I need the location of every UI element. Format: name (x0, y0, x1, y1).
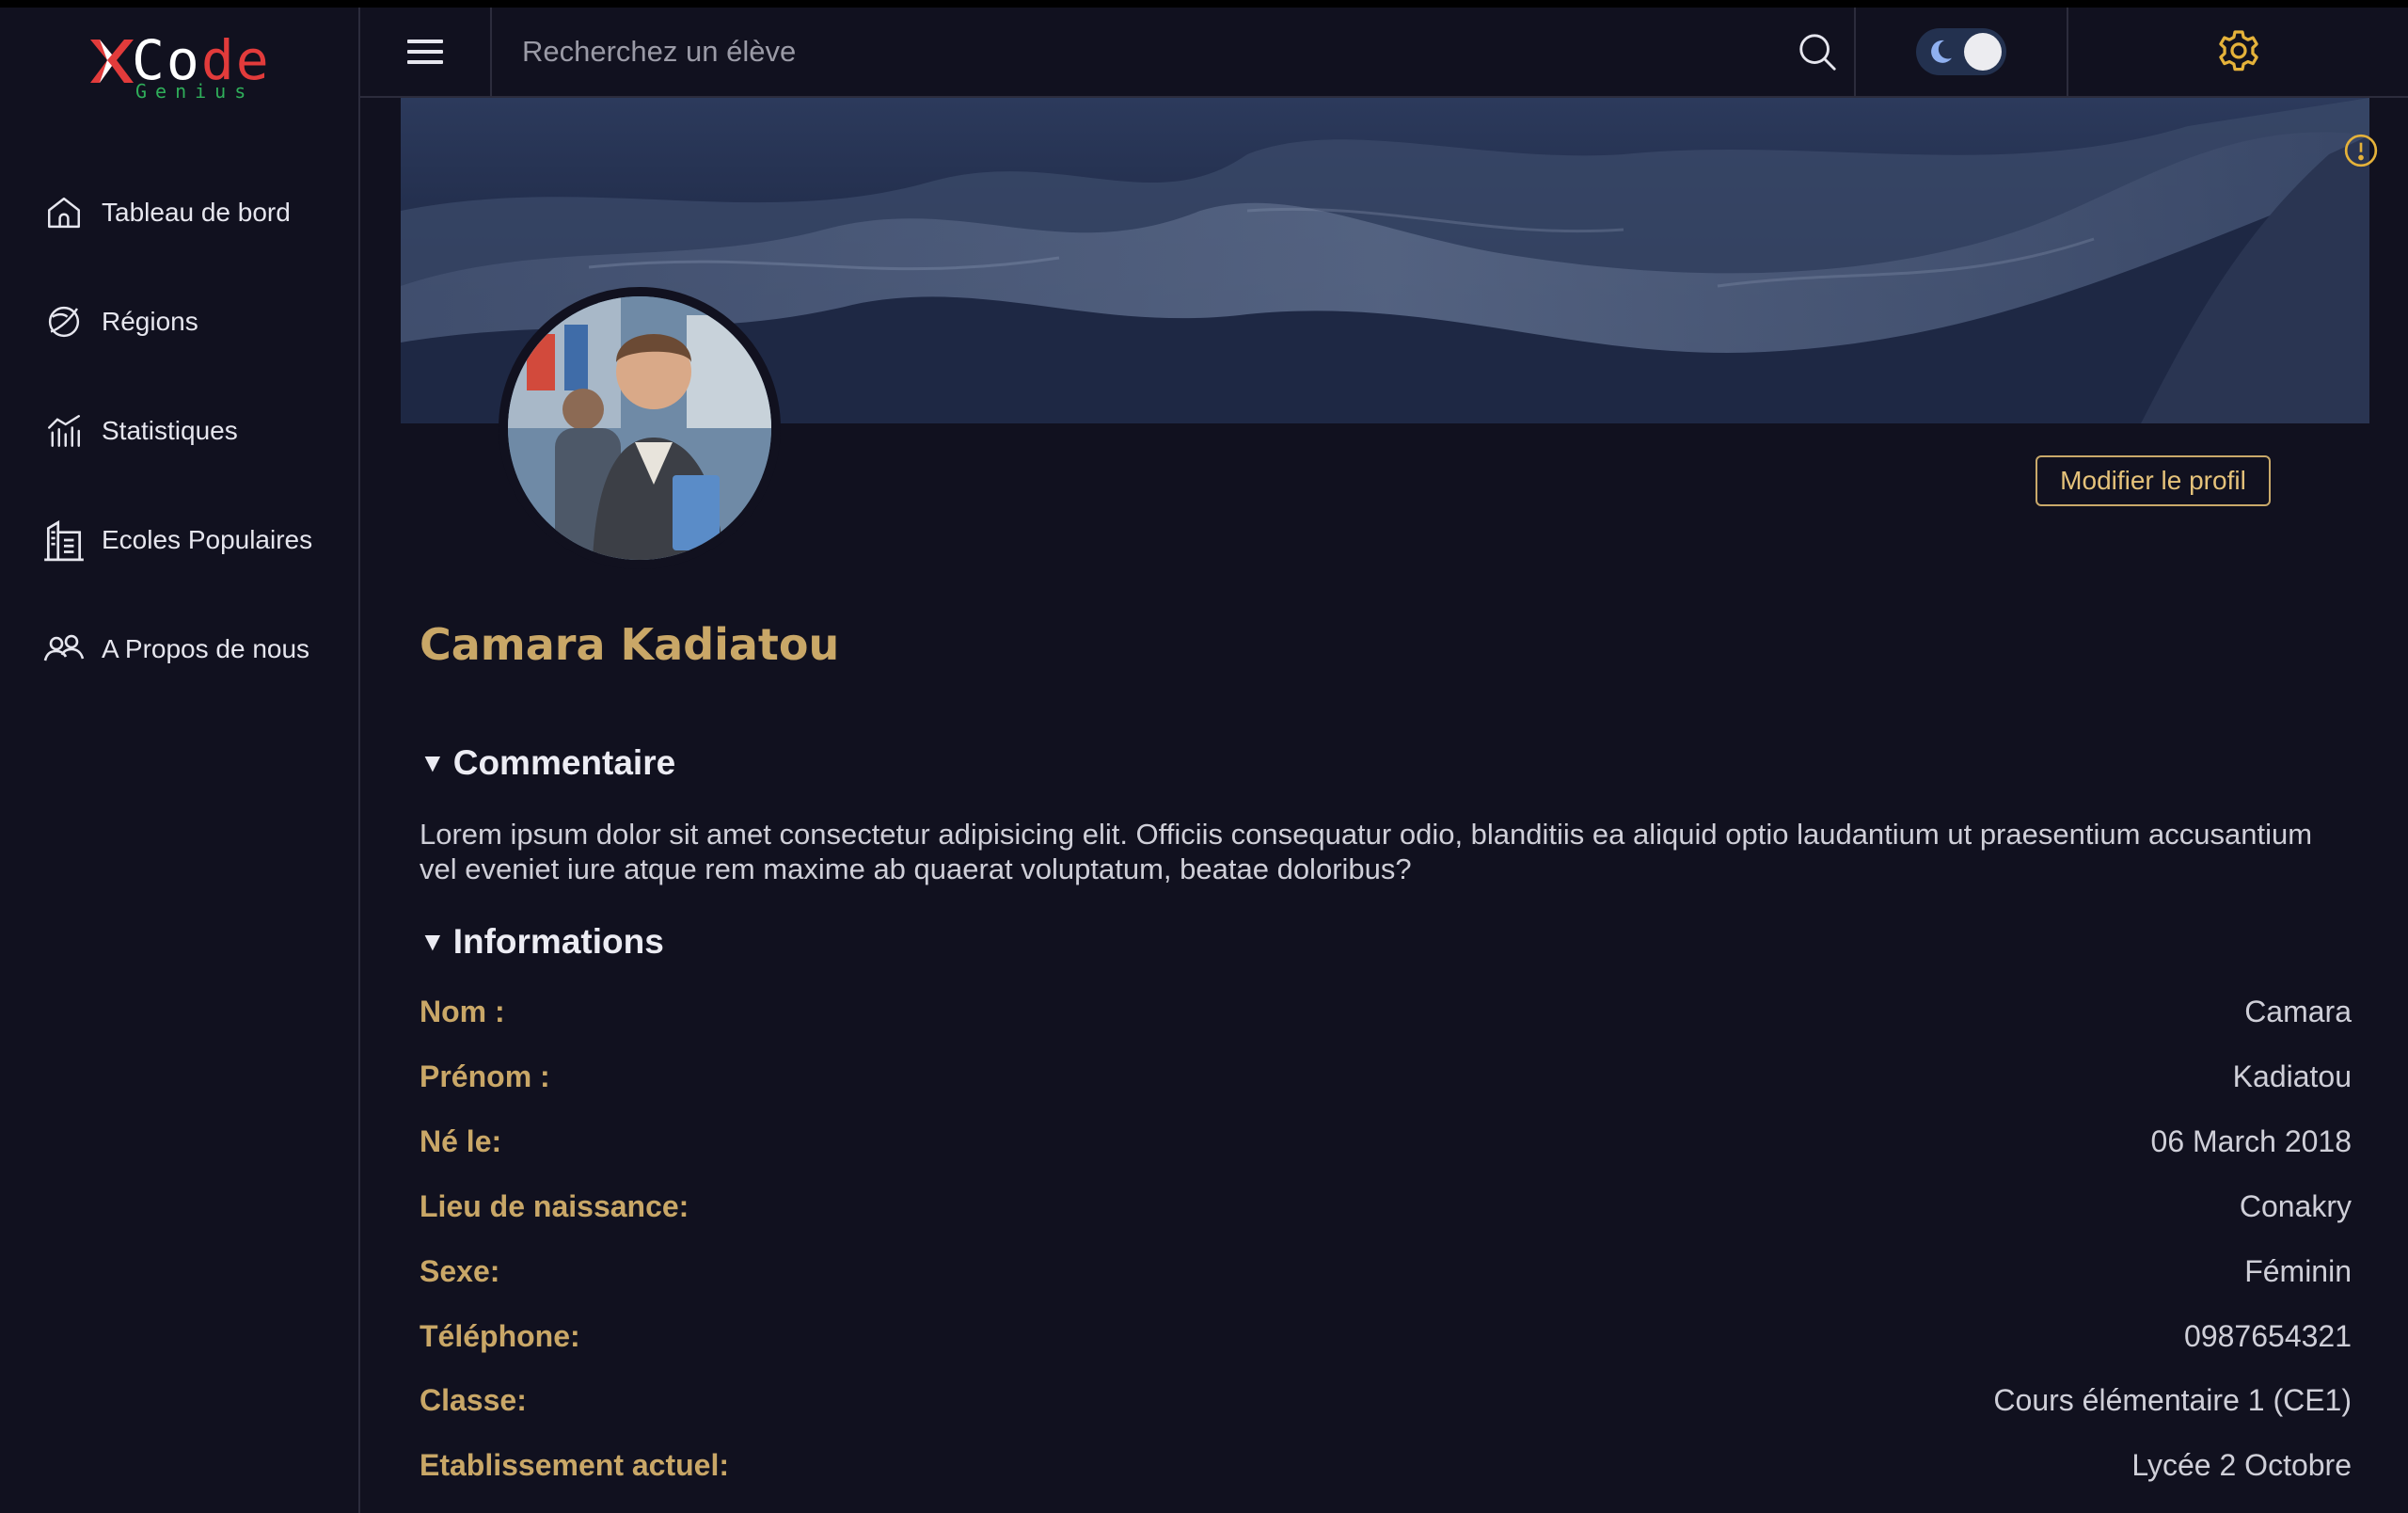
building-icon (40, 516, 88, 565)
info-row-prenom: Prénom : Kadiatou (420, 1053, 2352, 1100)
field-label: Nom : (420, 994, 505, 1028)
sidebar-item-schools[interactable]: Ecoles Populaires (0, 486, 360, 595)
profile-avatar (499, 287, 781, 569)
gear-icon (2218, 30, 2258, 72)
info-row-birthdate: Né le: 06 March 2018 (420, 1118, 2352, 1165)
field-value: Camara (2244, 994, 2352, 1028)
menu-button[interactable] (360, 8, 492, 96)
field-label: Lieu de naissance: (420, 1188, 689, 1223)
sidebar-item-label: Tableau de bord (102, 198, 291, 227)
field-value: Lycée 2 Octobre (2131, 1447, 2352, 1482)
field-label: Téléphone: (420, 1318, 580, 1353)
field-label: Prénom : (420, 1059, 550, 1093)
sidebar-item-statistics[interactable]: Statistiques (0, 376, 360, 486)
info-row-phone: Téléphone: 0987654321 (420, 1313, 2352, 1360)
info-row-nom: Nom : Camara (420, 988, 2352, 1035)
moon-icon (1931, 40, 1952, 63)
field-value: Kadiatou (2232, 1059, 2352, 1093)
users-icon (40, 625, 88, 674)
field-label: Sexe: (420, 1253, 500, 1288)
sidebar-item-label: Statistiques (102, 416, 238, 445)
field-value: Féminin (2244, 1253, 2352, 1288)
theme-toggle-container (1856, 8, 2068, 96)
sidebar-nav: Tableau de bord Régions Statistiques Eco… (0, 158, 360, 704)
logo-subtext: Genius (135, 80, 255, 103)
field-label: Etablissement actuel: (420, 1447, 729, 1482)
comment-section-title: Commentaire (452, 743, 676, 782)
sidebar: Code Genius Tableau de bord Régions Stat… (0, 8, 360, 1513)
triangle-down-icon: ▼ (420, 927, 446, 956)
logo-x-icon (90, 40, 134, 83)
info-alert-icon[interactable] (2342, 132, 2380, 174)
info-section-title: Informations (452, 922, 664, 961)
theme-toggle[interactable] (1916, 28, 2006, 75)
field-value: Cours élémentaire 1 (CE1) (1993, 1382, 2352, 1417)
info-row-birthplace: Lieu de naissance: Conakry (420, 1183, 2352, 1230)
home-icon (40, 188, 88, 237)
sidebar-item-label: A Propos de nous (102, 634, 310, 663)
sidebar-item-about[interactable]: A Propos de nous (0, 595, 360, 704)
search-icon (1799, 34, 1836, 71)
sidebar-item-dashboard[interactable]: Tableau de bord (0, 158, 360, 267)
field-value: 0987654321 (2184, 1318, 2352, 1353)
search-bar (492, 8, 1856, 96)
field-value: Conakry (2239, 1188, 2352, 1223)
menu-icon (407, 40, 443, 64)
search-button[interactable] (1796, 30, 1839, 78)
info-row-class: Classe: Cours élémentaire 1 (CE1) (420, 1377, 2352, 1424)
field-label: Né le: (420, 1123, 502, 1158)
info-section-toggle[interactable]: ▼ Informations (420, 922, 664, 962)
comment-section-toggle[interactable]: ▼ Commentaire (420, 743, 675, 783)
field-label: Classe: (420, 1382, 527, 1417)
toggle-knob (1964, 33, 2002, 71)
profile-name: Camara Kadiatou (420, 619, 840, 670)
search-input[interactable] (492, 8, 1752, 96)
settings-button[interactable] (2068, 8, 2408, 96)
top-border (0, 0, 2408, 8)
sidebar-item-regions[interactable]: Régions (0, 267, 360, 376)
info-row-school: Etablissement actuel: Lycée 2 Octobre (420, 1441, 2352, 1489)
app-logo[interactable]: Code Genius (87, 26, 275, 102)
top-bar (360, 8, 2408, 98)
comment-text: Lorem ipsum dolor sit amet consectetur a… (420, 818, 2313, 885)
sidebar-item-label: Ecoles Populaires (102, 525, 313, 554)
chart-icon (40, 406, 88, 455)
edit-profile-button[interactable]: Modifier le profil (2036, 455, 2271, 506)
globe-icon (40, 297, 88, 346)
info-row-sex: Sexe: Féminin (420, 1248, 2352, 1295)
sidebar-item-label: Régions (102, 307, 198, 336)
field-value: 06 March 2018 (2150, 1123, 2352, 1158)
triangle-down-icon: ▼ (420, 748, 446, 777)
